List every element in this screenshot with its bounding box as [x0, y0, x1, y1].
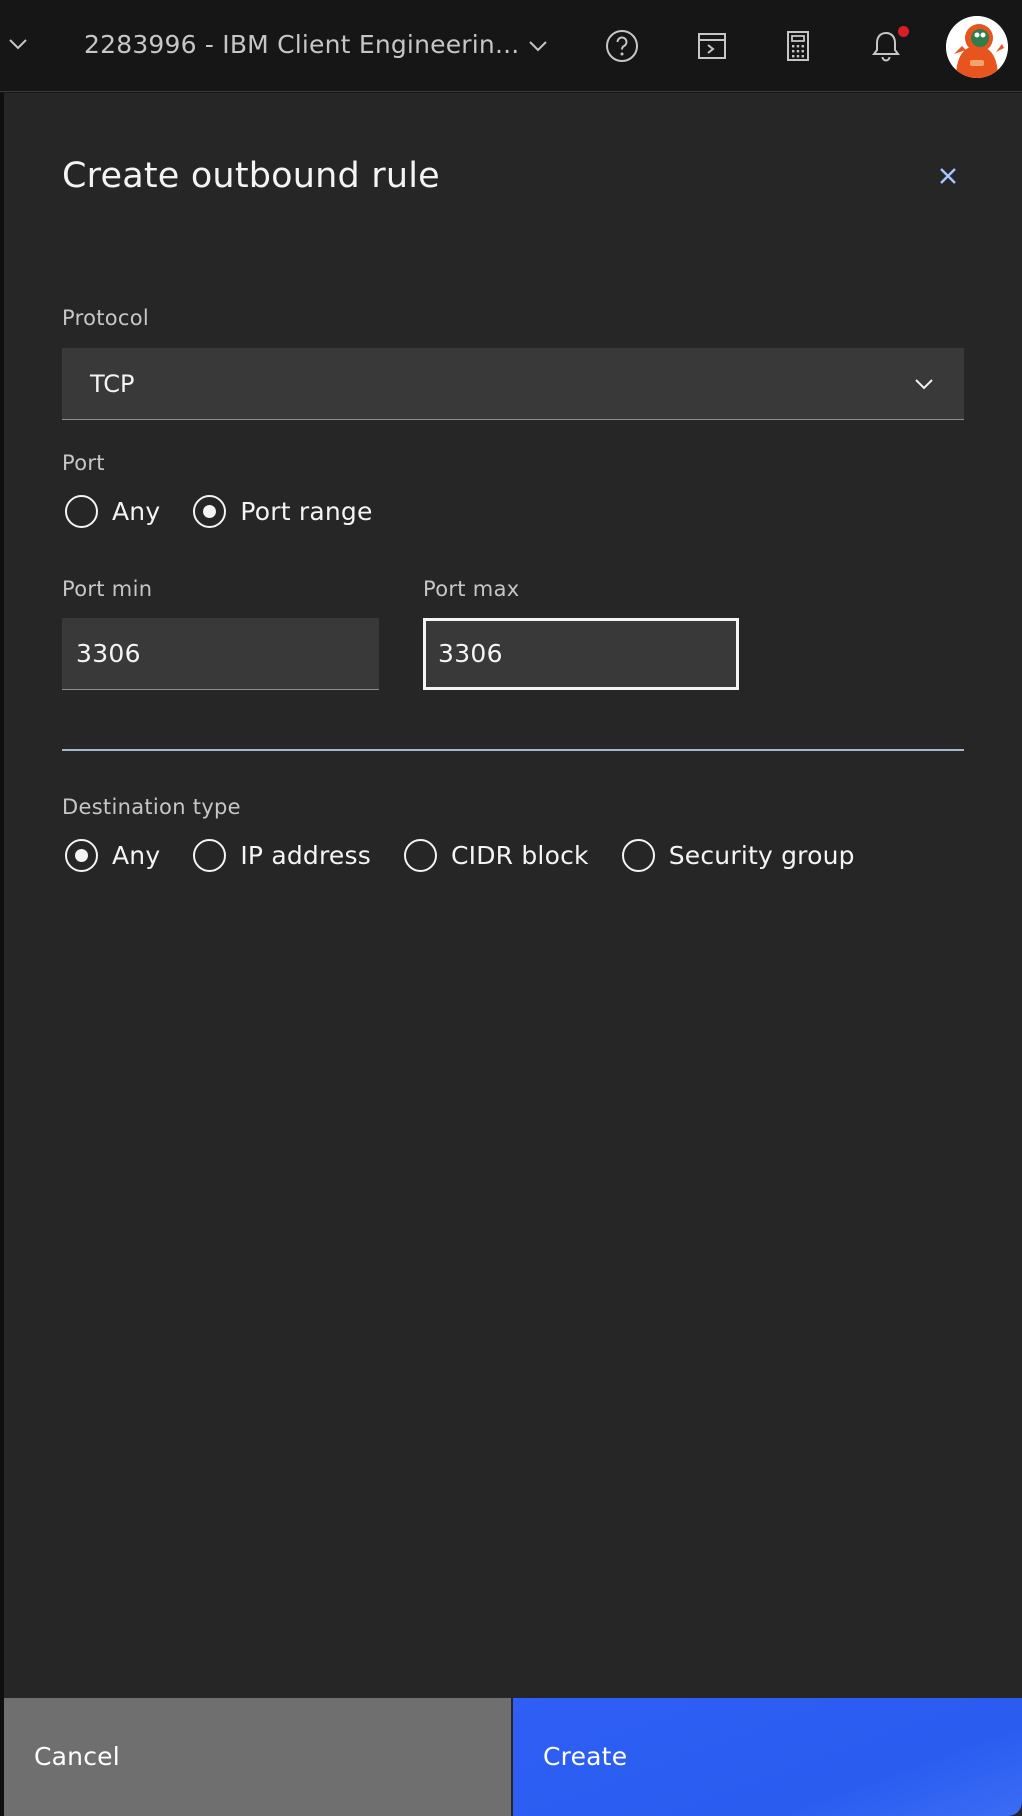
port-label: Port — [62, 451, 105, 475]
cancel-button-label: Cancel — [34, 1742, 120, 1771]
destination-ip-address-radio[interactable]: IP address — [193, 838, 371, 872]
port-max-label: Port max — [423, 577, 520, 601]
account-switcher[interactable]: 2283996 - IBM Client Engineerin... — [84, 30, 519, 59]
port-min-label: Port min — [62, 577, 153, 601]
top-header: 2283996 - IBM Client Engineerin... — [0, 0, 1022, 92]
avatar[interactable] — [946, 16, 1008, 78]
radio-label: Port range — [240, 496, 373, 526]
account-chevron-down-icon[interactable] — [524, 32, 552, 60]
protocol-selected-value: TCP — [90, 370, 135, 398]
radio-label: Security group — [668, 840, 855, 870]
port-range-radio[interactable]: Port range — [193, 494, 373, 528]
section-divider — [62, 749, 964, 751]
radio-circle[interactable] — [621, 838, 655, 872]
chevron-down-icon[interactable] — [4, 30, 32, 58]
radio-circle[interactable] — [65, 494, 98, 528]
radio-circle-checked[interactable] — [65, 838, 98, 872]
create-button-label: Create — [543, 1742, 628, 1771]
chevron-down-icon — [915, 379, 933, 390]
protocol-label: Protocol — [62, 306, 150, 330]
destination-any-radio[interactable]: Any — [65, 838, 161, 872]
radio-label: IP address — [240, 840, 371, 870]
notification-badge-dot — [898, 26, 909, 37]
destination-radio-group: Any IP address CIDR block Security group — [65, 835, 855, 875]
calculator-icon[interactable] — [780, 28, 816, 64]
radio-label: CIDR block — [450, 840, 589, 870]
radio-label: Any — [112, 840, 161, 870]
protocol-select[interactable]: TCP — [62, 348, 964, 420]
radio-circle[interactable] — [403, 838, 437, 872]
port-max-input[interactable]: 3306 — [423, 618, 739, 690]
radio-circle[interactable] — [193, 838, 227, 872]
destination-cidr-block-radio[interactable]: CIDR block — [403, 838, 589, 872]
destination-security-group-radio[interactable]: Security group — [621, 838, 855, 872]
port-any-radio[interactable]: Any — [65, 494, 161, 528]
port-radio-group: Any Port range — [65, 491, 373, 531]
radio-label: Any — [112, 496, 161, 526]
create-button[interactable]: Create — [513, 1698, 1022, 1816]
cloud-shell-icon[interactable] — [694, 28, 730, 64]
cancel-button[interactable]: Cancel — [4, 1698, 511, 1816]
port-min-input[interactable]: 3306 — [62, 618, 379, 690]
help-icon[interactable] — [604, 28, 640, 64]
panel-title: Create outbound rule — [62, 156, 440, 196]
close-icon[interactable] — [932, 160, 964, 192]
destination-type-label: Destination type — [62, 795, 241, 819]
radio-circle-checked[interactable] — [193, 494, 227, 528]
